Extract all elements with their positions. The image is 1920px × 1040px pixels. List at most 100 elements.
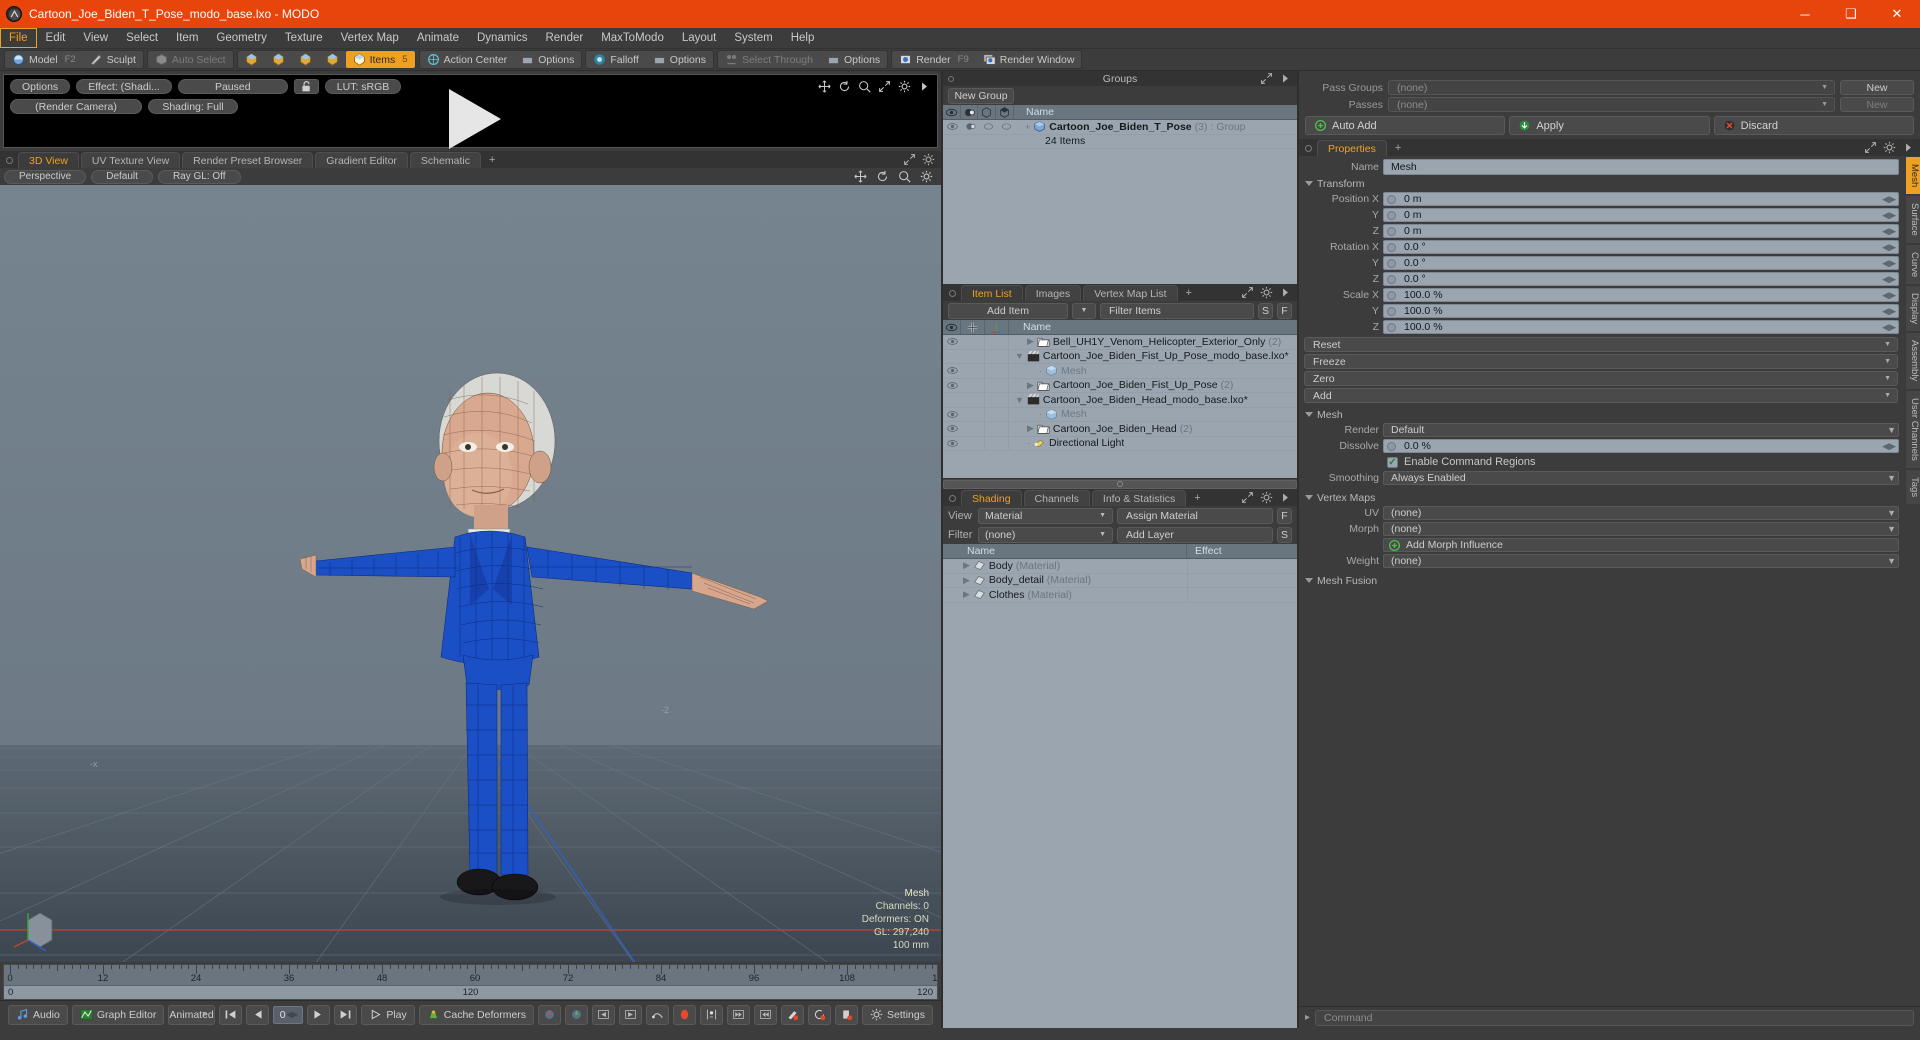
render-preview-pane[interactable]: Options Effect: (Shadi... Paused LUT: sR… [3,74,938,149]
auto-key-green-button[interactable] [565,1004,589,1025]
transform-add-button[interactable]: Add ▼ [1304,388,1898,403]
polygon-mode-button[interactable] [292,51,319,68]
transform-input[interactable]: 100.0 % ◀▶ [1383,288,1899,302]
timeline[interactable]: 0 12 24 36 48 60 72 84 96 108 120 0 120 120 [3,964,938,1000]
row-wireframe-toggle[interactable] [979,120,997,133]
render-button[interactable]: Render F9 [892,51,976,68]
render-camera-button[interactable]: (Render Camera) [10,99,142,114]
stepper-icon[interactable]: ◀▶ [1882,194,1896,205]
effect-cell[interactable] [1187,573,1297,587]
3d-viewport[interactable]: -2 -x Mesh Channels: 0 Deformers: ON GL:… [0,185,941,962]
menu-item-vertex-map[interactable]: Vertex Map [332,28,408,48]
command-arrow-icon[interactable]: ▸ [1305,1012,1310,1023]
row-visibility-toggle[interactable] [943,437,961,450]
animation-mode-select[interactable]: Animated ▼ [168,1004,215,1025]
transform-input[interactable]: 0 m ◀▶ [1383,192,1899,206]
table-row[interactable]: · Directional Light [943,436,1297,451]
shading-list-body[interactable]: ▶ Body (Material) ▶ Body_detail (Material) ▶… [943,559,1297,1028]
tab-item-list[interactable]: Item List [961,285,1023,301]
expand-icon[interactable] [1260,72,1273,85]
gear-icon[interactable] [1260,286,1273,299]
add-item-dropdown-button[interactable]: ▼ [1072,302,1096,319]
tab-gradient-editor[interactable]: Gradient Editor [315,152,408,168]
row-lock-cell[interactable] [961,393,985,407]
stepper-icon[interactable]: ◀▶ [1882,322,1896,333]
properties-add-tab-button[interactable]: + [1389,142,1407,154]
render-lock-icon[interactable] [293,79,319,94]
row-shade-toggle[interactable] [961,120,979,133]
tab-uv-texture-view[interactable]: UV Texture View [80,152,181,168]
menu-item-help[interactable]: Help [782,28,824,48]
stepper-icon[interactable]: ◀▶ [1882,290,1896,301]
gear-icon[interactable] [898,80,911,93]
expand-triangle-icon[interactable]: ▶ [963,560,970,571]
auto-select-button[interactable]: Auto Select [148,51,233,68]
mesh-name-input[interactable]: Mesh [1383,159,1899,175]
stepper-icon[interactable]: ◀▶ [1882,242,1896,253]
transform-knob-icon[interactable] [1387,306,1396,316]
vertical-tab-tags[interactable]: Tags [1905,468,1920,505]
move-icon[interactable] [818,80,831,93]
render-lut-button[interactable]: LUT: sRGB [324,79,402,94]
viewport-raygl-button[interactable]: Ray GL: Off [157,169,241,184]
vertical-tab-surface[interactable]: Surface [1905,195,1920,244]
table-row[interactable]: ▶ Body (Material) [943,559,1297,574]
zoom-icon[interactable] [898,170,911,183]
mesh-section-header[interactable]: Mesh [1299,407,1903,422]
table-row[interactable]: ▶ Bell_UH1Y_Venom_Helicopter_Exterior_Onl… [943,335,1297,350]
action-center-button[interactable]: Action Center [420,51,515,68]
transform-input[interactable]: 100.0 % ◀▶ [1383,320,1899,334]
col-lock-icon[interactable] [961,320,985,334]
row-transform-cell[interactable] [985,393,1009,407]
expand-icon[interactable] [1864,141,1877,154]
vertical-tab-mesh[interactable]: Mesh [1905,156,1920,196]
row-transform-cell[interactable] [985,364,1009,378]
expand-triangle-icon[interactable]: ▶ [1027,380,1034,391]
table-row[interactable]: ▼ Cartoon_Joe_Biden_Head_modo_base.lxo* [943,393,1297,408]
rotate-icon[interactable] [876,170,889,183]
render-shading-button[interactable]: Shading: Full [148,99,238,114]
add-morph-influence-button[interactable]: Add Morph Influence [1383,538,1899,552]
transform-knob-icon[interactable] [1387,194,1396,204]
row-lock-cell[interactable] [961,436,985,450]
stepper-icon[interactable]: ◀▶ [1882,210,1896,221]
table-row-sub[interactable]: 24 Items [943,135,1297,149]
items-mode-button[interactable]: Items 5 [345,51,415,68]
graph-editor-button[interactable]: Graph Editor [71,1004,165,1025]
action-center-options-button[interactable]: Options [514,51,581,68]
zoom-icon[interactable] [858,80,871,93]
row-lock-cell[interactable] [961,335,985,349]
expand-icon[interactable] [903,153,916,166]
mesh-dissolve-input[interactable]: 0.0 % ◀▶ [1383,439,1899,453]
cache-deformers-button[interactable]: Cache Deformers [418,1004,535,1025]
lock-key-button[interactable] [835,1004,859,1025]
reset-key-button[interactable] [808,1004,832,1025]
smoothing-select[interactable]: Always Enabled ▼ [1383,471,1899,485]
vertical-tab-curve[interactable]: Curve [1905,243,1920,286]
table-row[interactable]: ▶ Clothes (Material) [943,588,1297,603]
expand-triangle-icon[interactable]: ▶ [1027,423,1034,434]
transform-knob-icon[interactable] [1387,274,1396,284]
item-list-tab-dot-icon[interactable] [949,290,956,297]
transform-input[interactable]: 0.0 ° ◀▶ [1383,240,1899,254]
range-out-button[interactable] [754,1004,778,1025]
item-list-add-tab-button[interactable]: + [1180,287,1198,299]
expand-triangle-icon[interactable]: ▶ [963,589,970,600]
row-lock-cell[interactable] [961,422,985,436]
collapse-triangle-icon[interactable]: ▼ [1015,351,1024,361]
weight-select[interactable]: (none) ▼ [1383,554,1899,568]
tab-3d-view[interactable]: 3D View [18,152,79,168]
pass-groups-new-button[interactable]: New [1840,80,1914,95]
next-key-button[interactable] [619,1004,643,1025]
expand-triangle-icon[interactable]: ▶ [1027,336,1034,347]
render-effect-button[interactable]: Effect: (Shadi... [76,79,172,94]
table-row[interactable]: ▶ Cartoon_Joe_Biden_Fist_Up_Pose (2) [943,378,1297,393]
stepper-icon[interactable]: ◀▶ [1882,306,1896,317]
menu-item-edit[interactable]: Edit [37,28,75,48]
close-button[interactable]: ✕ [1874,0,1920,28]
col-wireframe-icon[interactable] [978,105,996,119]
transform-knob-icon[interactable] [1387,322,1396,332]
gear-icon[interactable] [1260,491,1273,504]
filter-f-button[interactable]: F [1277,302,1292,319]
uv-select[interactable]: (none) ▼ [1383,506,1899,520]
